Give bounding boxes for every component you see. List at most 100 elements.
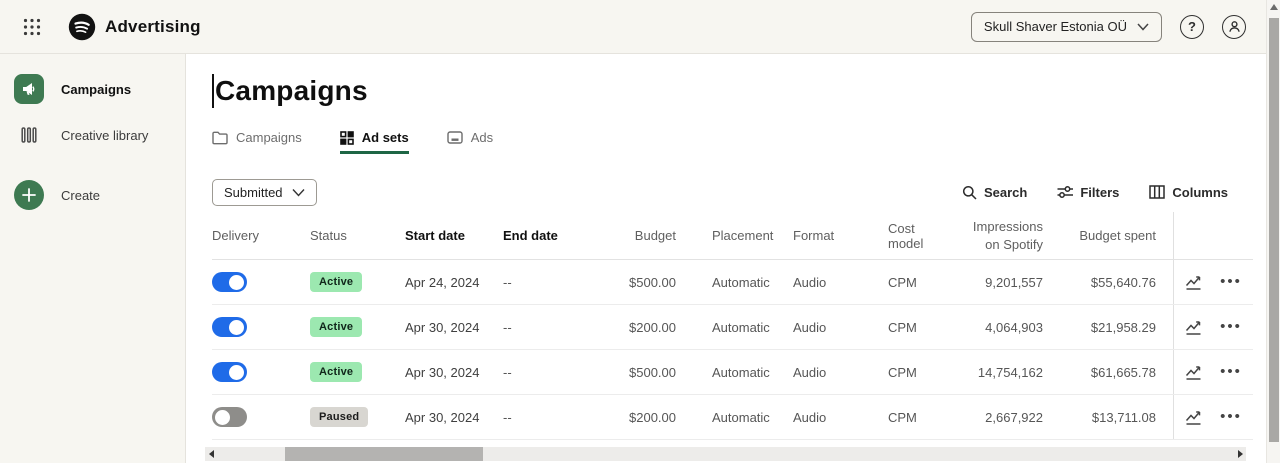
impressions: 14,754,162	[958, 365, 1043, 380]
search-button[interactable]: Search	[962, 185, 1027, 200]
budget: $500.00	[591, 365, 676, 380]
status-badge: Paused	[310, 407, 368, 427]
budget-spent: $61,665.78	[1043, 365, 1156, 380]
top-bar: Advertising Skull Shaver Estonia OÜ ?	[0, 0, 1280, 54]
brand[interactable]: Advertising	[68, 13, 201, 41]
tab-label: Ad sets	[362, 130, 409, 145]
chart-icon[interactable]	[1185, 320, 1202, 335]
account-icon[interactable]	[1222, 15, 1246, 39]
columns-label: Columns	[1172, 185, 1228, 200]
tab-bar: Campaigns Ad sets Ads	[212, 130, 493, 154]
row-menu-icon[interactable]: •••	[1220, 367, 1242, 377]
row-menu-icon[interactable]: •••	[1220, 277, 1242, 287]
end-date: --	[503, 320, 591, 335]
brand-name: Advertising	[105, 17, 201, 37]
sidebar-item-label: Create	[61, 188, 100, 203]
chevron-down-icon	[1137, 23, 1149, 31]
help-icon[interactable]: ?	[1180, 15, 1204, 39]
megaphone-icon	[14, 74, 44, 104]
cost-model: CPM	[888, 320, 958, 335]
scroll-up-arrow-icon[interactable]	[1270, 4, 1278, 10]
status-badge: Active	[310, 362, 362, 382]
start-date: Apr 30, 2024	[405, 320, 503, 335]
org-selector-dropdown[interactable]: Skull Shaver Estonia OÜ	[971, 12, 1162, 42]
placement: Automatic	[694, 365, 793, 380]
sidebar-item-campaigns[interactable]: Campaigns	[0, 66, 185, 112]
col-header-placement: Placement	[694, 228, 793, 243]
start-date: Apr 24, 2024	[405, 275, 503, 290]
start-date: Apr 30, 2024	[405, 365, 503, 380]
placement: Automatic	[694, 275, 793, 290]
columns-icon	[1149, 185, 1165, 199]
folder-icon	[212, 131, 228, 145]
placement: Automatic	[694, 410, 793, 425]
status-badge: Active	[310, 317, 362, 337]
delivery-toggle[interactable]	[212, 272, 247, 292]
vertical-scrollbar[interactable]	[1266, 0, 1280, 463]
sidebar-item-creative-library[interactable]: Creative library	[0, 112, 185, 158]
sidebar-item-label: Creative library	[61, 128, 148, 143]
delivery-toggle[interactable]	[212, 407, 247, 427]
sidebar: Campaigns Creative library Create	[0, 54, 186, 463]
search-label: Search	[984, 185, 1027, 200]
impressions: 4,064,903	[958, 320, 1043, 335]
status-filter-dropdown[interactable]: Submitted	[212, 179, 317, 206]
end-date: --	[503, 275, 591, 290]
row-menu-icon[interactable]: •••	[1220, 412, 1242, 422]
col-header-actions	[1173, 212, 1253, 259]
sidebar-item-label: Campaigns	[61, 82, 131, 97]
columns-button[interactable]: Columns	[1149, 185, 1228, 200]
end-date: --	[503, 365, 591, 380]
chevron-down-icon	[292, 188, 305, 197]
col-header-start-date: Start date	[405, 228, 503, 243]
col-header-format: Format	[793, 228, 888, 243]
budget: $500.00	[591, 275, 676, 290]
horizontal-scrollbar[interactable]	[205, 447, 1246, 461]
sidebar-item-create[interactable]: Create	[0, 172, 185, 218]
table-header-row: Delivery Status Start date End date Budg…	[212, 212, 1253, 260]
chart-icon[interactable]	[1185, 365, 1202, 380]
spotify-logo-icon	[68, 13, 96, 41]
format: Audio	[793, 320, 888, 335]
cost-model: CPM	[888, 275, 958, 290]
format: Audio	[793, 410, 888, 425]
horizontal-scroll-track[interactable]	[217, 447, 1234, 461]
delivery-toggle[interactable]	[212, 317, 247, 337]
impressions: 9,201,557	[958, 275, 1043, 290]
tab-ad-sets[interactable]: Ad sets	[340, 130, 409, 154]
table-row: Active Apr 30, 2024 -- $200.00 Automatic…	[212, 305, 1253, 350]
page-title: Campaigns	[215, 75, 368, 107]
apps-grid-icon[interactable]	[18, 13, 46, 41]
library-icon	[14, 120, 44, 150]
tab-label: Ads	[471, 130, 493, 145]
chart-icon[interactable]	[1185, 275, 1202, 290]
filters-button[interactable]: Filters	[1057, 185, 1119, 200]
end-date: --	[503, 410, 591, 425]
vertical-scroll-thumb[interactable]	[1269, 18, 1279, 442]
cost-model: CPM	[888, 410, 958, 425]
col-header-budget-spent: Budget spent	[1043, 228, 1156, 243]
tab-ads[interactable]: Ads	[447, 130, 493, 154]
delivery-toggle[interactable]	[212, 362, 247, 382]
col-header-impressions: Impressions on Spotify	[958, 218, 1043, 253]
tab-label: Campaigns	[236, 130, 302, 145]
tab-campaigns[interactable]: Campaigns	[212, 130, 302, 154]
grid-icon	[340, 131, 354, 145]
col-header-status: Status	[310, 228, 405, 243]
status-badge: Active	[310, 272, 362, 292]
table-row: Paused Apr 30, 2024 -- $200.00 Automatic…	[212, 395, 1253, 440]
horizontal-scroll-thumb[interactable]	[285, 447, 483, 461]
chart-icon[interactable]	[1185, 410, 1202, 425]
scroll-left-arrow-icon[interactable]	[205, 447, 217, 461]
cost-model: CPM	[888, 365, 958, 380]
scroll-right-arrow-icon[interactable]	[1234, 447, 1246, 461]
table-toolbar: Search Filters Columns	[962, 185, 1228, 200]
col-header-budget: Budget	[591, 228, 676, 243]
format: Audio	[793, 275, 888, 290]
col-header-end-date: End date	[503, 228, 591, 243]
text-cursor	[212, 74, 214, 108]
table-row: Active Apr 30, 2024 -- $500.00 Automatic…	[212, 350, 1253, 395]
sliders-icon	[1057, 185, 1073, 199]
format: Audio	[793, 365, 888, 380]
row-menu-icon[interactable]: •••	[1220, 322, 1242, 332]
